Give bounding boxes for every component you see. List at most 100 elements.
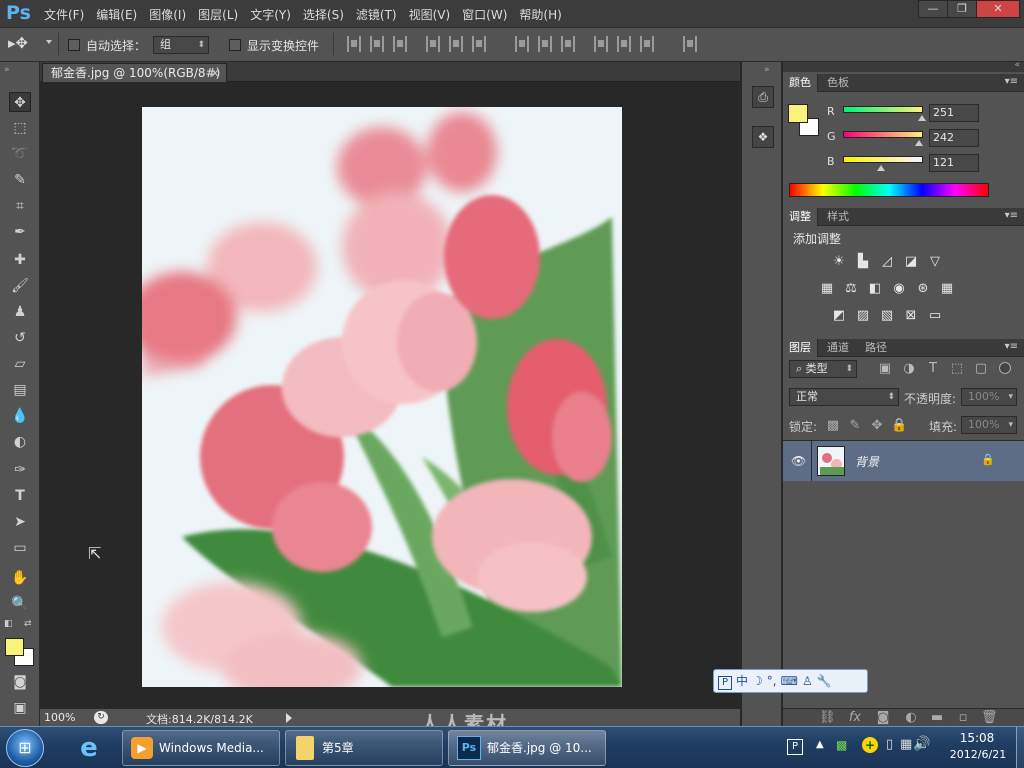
invert-icon[interactable]: ◩ xyxy=(831,309,847,323)
align-left-icon[interactable] xyxy=(426,36,440,52)
minimize-button[interactable]: — xyxy=(918,0,948,18)
clock-date[interactable]: 2012/6/21 xyxy=(944,748,1012,761)
distribute-top-icon[interactable] xyxy=(515,36,529,52)
preset-dropdown-icon[interactable] xyxy=(46,40,52,44)
menu-edit[interactable]: 编辑(E) xyxy=(96,6,137,23)
align-hcenter-icon[interactable] xyxy=(449,36,463,52)
distribute-hcenter-icon[interactable] xyxy=(617,36,631,52)
brightness-contrast-icon[interactable]: ☀ xyxy=(831,255,847,269)
history-panel-icon[interactable]: ⎙ xyxy=(752,86,774,108)
brush-tool-icon[interactable]: 🖌 xyxy=(9,276,31,296)
tab-paths[interactable]: 路径 xyxy=(859,339,893,357)
swap-colors-icon[interactable]: ⇄ xyxy=(24,619,32,629)
hand-tool-icon[interactable]: ✋ xyxy=(9,568,31,588)
align-right-icon[interactable] xyxy=(472,36,486,52)
fill-field[interactable]: 100% ▾ xyxy=(961,416,1017,434)
new-layer-icon[interactable]: ▫ xyxy=(955,711,971,725)
eraser-tool-icon[interactable]: ▱ xyxy=(9,354,31,374)
taskbar-item-media-player[interactable]: ▶ Windows Media... xyxy=(122,730,280,766)
filter-type-icon[interactable]: T xyxy=(925,362,941,376)
exposure-icon[interactable]: ◪ xyxy=(903,255,919,269)
distribute-bottom-icon[interactable] xyxy=(561,36,575,52)
new-adjustment-icon[interactable]: ◐ xyxy=(903,711,919,725)
filter-pixel-icon[interactable]: ▣ xyxy=(877,362,893,376)
show-desktop-button[interactable] xyxy=(1016,727,1024,768)
g-slider-thumb[interactable] xyxy=(914,140,923,146)
panel-menu-icon[interactable]: ▾≡ xyxy=(1005,210,1018,221)
blur-tool-icon[interactable]: 💧 xyxy=(9,406,31,426)
visibility-eye-icon[interactable]: 👁 xyxy=(791,454,806,468)
fg-color-swatch[interactable] xyxy=(788,104,808,123)
tab-color[interactable]: 颜色 xyxy=(783,74,818,92)
foreground-color-swatch[interactable] xyxy=(5,638,24,656)
r-slider-thumb[interactable] xyxy=(917,115,926,121)
r-value-field[interactable]: 251 xyxy=(929,104,979,122)
menu-type[interactable]: 文字(Y) xyxy=(250,6,291,23)
punctuation-icon[interactable]: °, xyxy=(767,674,777,688)
delete-layer-icon[interactable]: 🗑 xyxy=(981,711,998,725)
settings-icon[interactable]: 🔧 xyxy=(817,674,832,688)
show-transform-checkbox[interactable] xyxy=(229,39,241,51)
menu-help[interactable]: 帮助(H) xyxy=(519,6,561,23)
zoom-level[interactable]: 100% xyxy=(44,711,75,724)
layer-thumbnail[interactable] xyxy=(817,446,845,476)
move-tool-icon[interactable]: ✥ xyxy=(9,92,31,112)
moon-icon[interactable]: ☽ xyxy=(752,674,763,688)
gradient-tool-icon[interactable]: ▤ xyxy=(9,380,31,400)
distribute-vcenter-icon[interactable] xyxy=(538,36,552,52)
filter-toggle[interactable] xyxy=(999,362,1011,374)
photo-filter-icon[interactable]: ◉ xyxy=(891,282,907,296)
layer-name[interactable]: 背景 xyxy=(855,453,879,470)
layer-row-background[interactable]: 👁 背景 🔒 xyxy=(783,441,1024,481)
filter-smart-object-icon[interactable]: ▢ xyxy=(973,362,989,376)
tray-device-icon[interactable]: ▯ xyxy=(886,737,893,752)
menu-window[interactable]: 窗口(W) xyxy=(462,6,507,23)
threshold-icon[interactable]: ▧ xyxy=(879,309,895,323)
tab-styles[interactable]: 样式 xyxy=(821,208,855,226)
layer-kind-filter[interactable]: ⌕ 类型 ⬍ xyxy=(789,360,857,378)
collapse-arrows-icon[interactable]: « xyxy=(1014,60,1020,70)
document-tab[interactable]: 郁金香.jpg @ 100%(RGB/8#) × xyxy=(42,63,227,82)
quick-mask-icon[interactable]: ◙ xyxy=(9,672,31,692)
tulip-photo-canvas[interactable] xyxy=(142,107,622,687)
volume-icon[interactable]: 🔊 xyxy=(913,736,930,752)
menu-file[interactable]: 文件(F) xyxy=(44,6,84,23)
taskbar-item-photoshop[interactable]: Ps 郁金香.jpg @ 10... xyxy=(448,730,606,766)
ime-logo-icon[interactable]: P xyxy=(718,676,732,690)
hue-saturation-icon[interactable]: ▦ xyxy=(819,282,835,296)
dodge-tool-icon[interactable]: ◐ xyxy=(9,432,31,452)
color-balance-icon[interactable]: ⚖ xyxy=(843,282,859,296)
marquee-tool-icon[interactable]: ⬚ xyxy=(9,118,31,138)
vibrance-icon[interactable]: ▽ xyxy=(927,255,943,269)
menu-filter[interactable]: 滤镜(T) xyxy=(356,6,397,23)
path-select-tool-icon[interactable]: ➤ xyxy=(9,512,31,532)
menu-select[interactable]: 选择(S) xyxy=(303,6,344,23)
ime-mode[interactable]: 中 xyxy=(736,674,748,688)
align-bottom-icon[interactable] xyxy=(393,36,407,52)
align-vcenter-icon[interactable] xyxy=(370,36,384,52)
blend-mode-dropdown[interactable]: 正常 ⬍ xyxy=(789,388,899,406)
distribute-right-icon[interactable] xyxy=(640,36,654,52)
b-slider-thumb[interactable] xyxy=(876,165,885,171)
filter-adjustment-icon[interactable]: ◑ xyxy=(901,362,917,376)
tab-layers[interactable]: 图层 xyxy=(783,339,818,357)
rectangle-tool-icon[interactable]: ▭ xyxy=(9,538,31,558)
color-spectrum-bar[interactable] xyxy=(789,183,989,197)
tray-app-icon[interactable]: ▩ xyxy=(836,738,847,752)
menu-layer[interactable]: 图层(L) xyxy=(198,6,238,23)
collapse-arrows-icon[interactable]: » xyxy=(4,65,10,75)
status-info-icon[interactable]: ↻ xyxy=(94,711,108,724)
taskbar-item-folder[interactable]: 第5章 xyxy=(285,730,443,766)
link-layers-icon[interactable]: ⛓ xyxy=(819,711,836,725)
auto-select-dropdown[interactable]: 组 ⬍ xyxy=(153,36,209,54)
lock-position-icon[interactable]: ✥ xyxy=(869,419,885,433)
distribute-left-icon[interactable] xyxy=(594,36,608,52)
default-colors-icon[interactable]: ◧ xyxy=(4,619,13,629)
black-white-icon[interactable]: ◧ xyxy=(867,282,883,296)
keyboard-icon[interactable]: ⌨ xyxy=(781,674,798,688)
posterize-icon[interactable]: ▨ xyxy=(855,309,871,323)
menu-image[interactable]: 图像(I) xyxy=(149,6,186,23)
type-tool-icon[interactable]: T xyxy=(9,486,31,506)
layer-style-icon[interactable]: fx xyxy=(847,711,863,725)
close-tab-icon[interactable]: × xyxy=(210,64,220,82)
